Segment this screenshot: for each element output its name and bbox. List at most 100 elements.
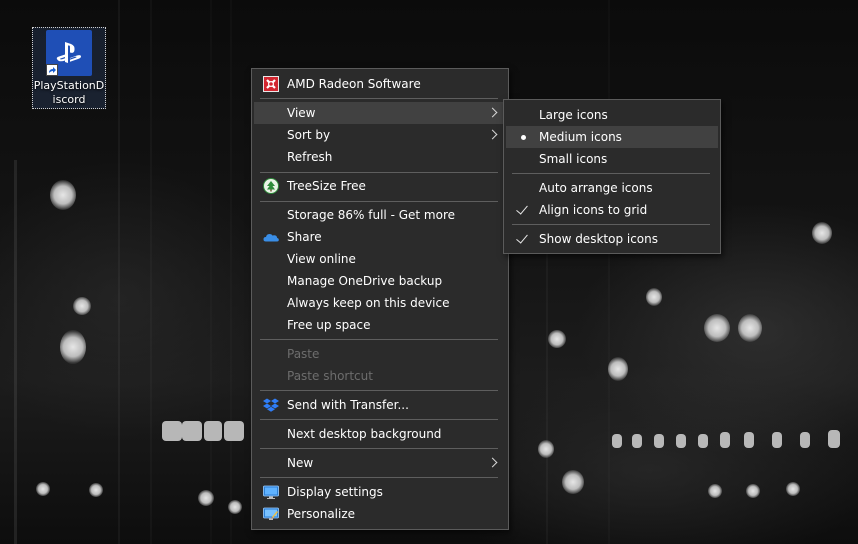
onedrive-cloud-icon [263, 229, 279, 245]
menu-item-label: Personalize [287, 507, 356, 521]
menu-item-label: Free up space [287, 318, 371, 332]
chevron-right-icon [487, 457, 498, 468]
street-light [828, 430, 840, 448]
bokeh-light [36, 482, 50, 496]
menu-item-label: Large icons [539, 108, 608, 122]
menu-item-label: View [287, 106, 316, 120]
menu-item-label: Medium icons [539, 130, 622, 144]
menu-item-paste-shortcut: Paste shortcut [254, 365, 506, 387]
menu-item-new[interactable]: New [254, 452, 506, 474]
menu-item-label: Storage 86% full - Get more [287, 208, 455, 222]
street-light [800, 432, 810, 448]
menu-item-label: Display settings [287, 485, 383, 499]
bokeh-light [89, 483, 103, 497]
menu-item-label: Next desktop background [287, 427, 442, 441]
menu-item-free-up-space[interactable]: Free up space [254, 314, 506, 336]
submenu-item-large-icons[interactable]: Large icons [506, 104, 718, 126]
menu-separator [260, 98, 498, 99]
menu-item-always-keep-on-device[interactable]: Always keep on this device [254, 292, 506, 314]
bokeh-light [738, 314, 762, 342]
menu-item-view-online[interactable]: View online [254, 248, 506, 270]
menu-item-label: Small icons [539, 152, 608, 166]
menu-item-personalize[interactable]: Personalize [254, 503, 506, 525]
street-light [162, 421, 182, 441]
menu-item-label: Share [287, 230, 322, 244]
street-light [182, 421, 202, 441]
menu-item-view[interactable]: View [254, 102, 506, 124]
view-submenu: Large icons Medium icons Small icons Aut… [503, 99, 721, 254]
menu-separator [260, 339, 498, 340]
light-streak [14, 160, 17, 544]
street-light [744, 432, 754, 448]
menu-item-label: Show desktop icons [539, 232, 659, 246]
menu-item-send-with-transfer[interactable]: Send with Transfer... [254, 394, 506, 416]
menu-separator [260, 390, 498, 391]
shortcut-arrow-icon [46, 64, 58, 76]
menu-separator [260, 419, 498, 420]
desktop-shortcut-playstation-discord[interactable]: PlayStationDiscord [32, 27, 106, 109]
street-light [654, 434, 664, 448]
dropbox-icon [263, 397, 279, 413]
bokeh-light [646, 288, 662, 306]
bokeh-light [562, 470, 584, 494]
menu-separator [260, 477, 498, 478]
bokeh-light [73, 297, 91, 315]
radio-bullet-icon [521, 135, 526, 140]
menu-item-sort-by[interactable]: Sort by [254, 124, 506, 146]
bokeh-light [198, 490, 214, 506]
street-light [772, 432, 782, 448]
bokeh-light [708, 484, 722, 498]
bokeh-light [60, 330, 86, 364]
chevron-right-icon [487, 107, 498, 118]
street-light [224, 421, 244, 441]
menu-item-share[interactable]: Share [254, 226, 506, 248]
menu-item-treesize-free[interactable]: TreeSize Free [254, 175, 506, 197]
menu-item-label: Auto arrange icons [539, 181, 653, 195]
light-streak [230, 0, 232, 544]
submenu-item-align-icons-to-grid[interactable]: Align icons to grid [506, 199, 718, 221]
desktop-icon-label: PlayStationDiscord [33, 79, 105, 106]
menu-item-storage-get-more[interactable]: Storage 86% full - Get more [254, 204, 506, 226]
bokeh-light [548, 330, 566, 348]
menu-item-next-desktop-background[interactable]: Next desktop background [254, 423, 506, 445]
menu-separator [512, 173, 710, 174]
menu-item-label: Sort by [287, 128, 331, 142]
menu-separator [260, 172, 498, 173]
light-streak [118, 0, 120, 544]
light-streak [546, 250, 548, 544]
menu-item-label: Refresh [287, 150, 333, 164]
display-settings-icon [263, 484, 279, 500]
menu-item-display-settings[interactable]: Display settings [254, 481, 506, 503]
menu-item-manage-onedrive-backup[interactable]: Manage OneDrive backup [254, 270, 506, 292]
personalize-icon [263, 506, 279, 522]
menu-item-paste: Paste [254, 343, 506, 365]
light-streak [210, 0, 212, 544]
menu-separator [260, 448, 498, 449]
submenu-item-auto-arrange-icons[interactable]: Auto arrange icons [506, 177, 718, 199]
menu-item-label: AMD Radeon Software [287, 77, 421, 91]
menu-separator [512, 224, 710, 225]
street-light [676, 434, 686, 448]
treesize-icon [263, 178, 279, 194]
menu-item-label: New [287, 456, 314, 470]
submenu-item-medium-icons[interactable]: Medium icons [506, 126, 718, 148]
bokeh-light [50, 180, 76, 210]
menu-item-label: Paste shortcut [287, 369, 373, 383]
bokeh-light [786, 482, 800, 496]
bokeh-light [228, 500, 242, 514]
menu-item-label: Paste [287, 347, 320, 361]
menu-item-amd-radeon-software[interactable]: AMD Radeon Software [254, 73, 506, 95]
menu-item-label: Manage OneDrive backup [287, 274, 443, 288]
menu-item-refresh[interactable]: Refresh [254, 146, 506, 168]
menu-item-label: Align icons to grid [539, 203, 648, 217]
street-light [204, 421, 222, 441]
bokeh-light [608, 357, 628, 381]
street-light [720, 432, 730, 448]
amd-radeon-icon [263, 76, 279, 92]
submenu-item-show-desktop-icons[interactable]: Show desktop icons [506, 228, 718, 250]
submenu-item-small-icons[interactable]: Small icons [506, 148, 718, 170]
menu-item-label: View online [287, 252, 356, 266]
checkmark-icon [516, 231, 528, 244]
bokeh-light [746, 484, 760, 498]
bokeh-light [812, 222, 832, 244]
